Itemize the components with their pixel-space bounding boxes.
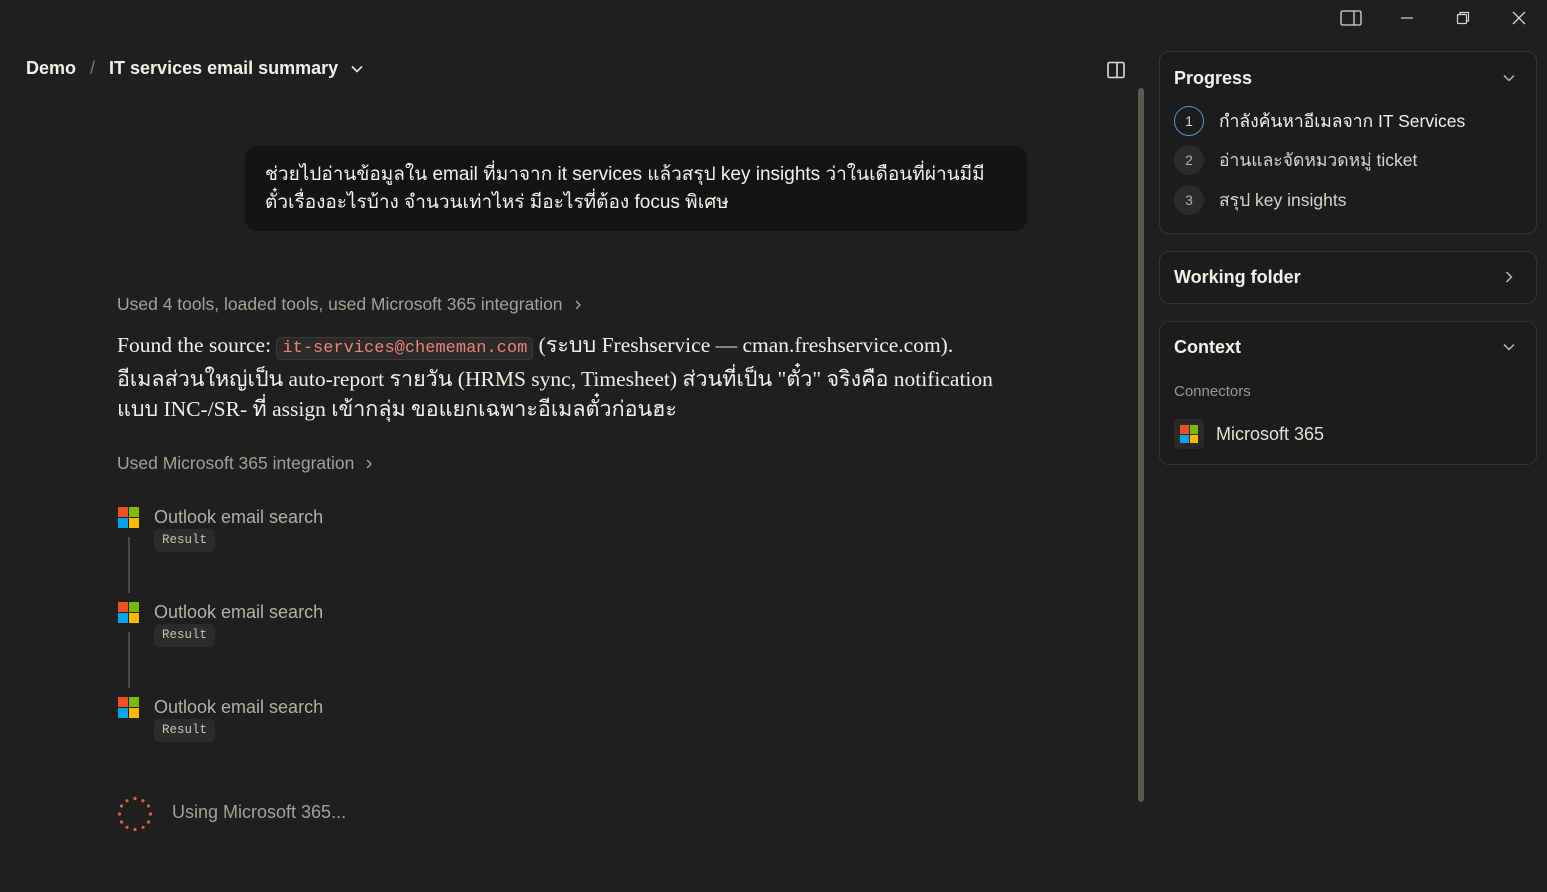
tool-call-name: Outlook email search — [154, 506, 324, 527]
app-window: Demo / IT services email summary ช่วยไปอ… — [0, 0, 1547, 892]
window-controls — [1323, 0, 1547, 36]
tool-call-item[interactable]: Outlook email search Result — [118, 505, 324, 552]
result-chip[interactable]: Result — [154, 719, 216, 742]
loading-spinner-icon — [117, 796, 153, 832]
step-number: 1 — [1174, 106, 1204, 136]
step-label: สรุป key insights — [1219, 190, 1347, 210]
tool-summary-toggle[interactable]: Used 4 tools, loaded tools, used Microso… — [117, 294, 583, 315]
integration-summary-text: Used Microsoft 365 integration — [117, 453, 355, 473]
close-icon — [1512, 11, 1526, 25]
sidebar-icon — [1340, 10, 1362, 26]
connector-name: Microsoft 365 — [1216, 423, 1325, 444]
step-number: 3 — [1174, 185, 1204, 215]
timeline-connector — [128, 632, 130, 688]
working-folder-card[interactable]: Working folder — [1159, 251, 1537, 304]
step-number: 2 — [1174, 145, 1204, 175]
chevron-right-icon — [1502, 270, 1516, 289]
tool-call-name: Outlook email search — [154, 601, 324, 622]
chevron-right-icon — [364, 458, 374, 470]
progress-step: 3 สรุป key insights — [1174, 185, 1346, 215]
status-text: Using Microsoft 365... — [172, 802, 347, 822]
progress-step: 1 กำลังค้นหาอีเมลจาก IT Services — [1174, 106, 1465, 136]
user-message: ช่วยไปอ่านข้อมูลใน email ที่มาจาก it ser… — [245, 146, 1027, 231]
integration-summary-toggle[interactable]: Used Microsoft 365 integration — [117, 453, 374, 474]
result-chip[interactable]: Result — [154, 529, 216, 552]
context-card: Context Connectors Microsoft 365 — [1159, 321, 1537, 465]
maximize-button[interactable] — [1435, 0, 1491, 36]
microsoft-logo-icon — [1174, 419, 1204, 449]
result-chip[interactable]: Result — [154, 624, 216, 647]
breadcrumb-project[interactable]: Demo — [26, 58, 76, 79]
progress-card: Progress 1 กำลังค้นหาอีเมลจาก IT Service… — [1159, 51, 1537, 234]
maximize-icon — [1456, 11, 1470, 25]
microsoft-logo-icon — [118, 506, 139, 528]
conversation-title[interactable]: IT services email summary — [109, 58, 338, 79]
chevron-down-icon[interactable] — [1502, 71, 1516, 90]
answer-prefix: Found the source: — [117, 333, 277, 357]
user-message-text: ช่วยไปอ่านข้อมูลใน email ที่มาจาก it ser… — [265, 164, 985, 213]
connectors-label: Connectors — [1174, 383, 1251, 400]
chevron-down-icon[interactable] — [1502, 340, 1516, 359]
breadcrumb-separator: / — [90, 58, 96, 78]
close-button[interactable] — [1491, 0, 1547, 36]
assistant-response: Found the source: it-services@chememan.c… — [117, 330, 997, 424]
context-title: Context — [1174, 337, 1241, 357]
tool-call-name: Outlook email search — [154, 696, 324, 717]
minimize-button[interactable] — [1379, 0, 1435, 36]
breadcrumb: Demo / IT services email summary — [26, 58, 364, 79]
inline-code-email: it-services@chememan.com — [276, 337, 534, 360]
chat-scrollbar[interactable] — [1138, 88, 1144, 802]
progress-title: Progress — [1174, 68, 1253, 88]
timeline-connector — [128, 537, 130, 593]
microsoft-logo-icon — [118, 601, 139, 623]
step-label: กำลังค้นหาอีเมลจาก IT Services — [1219, 111, 1466, 131]
panel-toggle-icon[interactable] — [1106, 60, 1126, 80]
minimize-icon — [1401, 17, 1413, 19]
tool-call-item[interactable]: Outlook email search Result — [118, 695, 324, 742]
step-label: อ่านและจัดหมวดหมู่ ticket — [1219, 150, 1418, 170]
working-folder-title: Working folder — [1174, 267, 1301, 287]
sidebar-toggle-button[interactable] — [1323, 0, 1379, 36]
chevron-right-icon — [573, 299, 583, 311]
progress-step: 2 อ่านและจัดหมวดหมู่ ticket — [1174, 145, 1417, 175]
tool-summary-text: Used 4 tools, loaded tools, used Microso… — [117, 294, 563, 314]
microsoft-logo-icon — [118, 696, 139, 718]
chevron-down-icon[interactable] — [350, 62, 364, 76]
tool-call-item[interactable]: Outlook email search Result — [118, 600, 324, 647]
connector-item[interactable]: Microsoft 365 — [1174, 419, 1324, 449]
